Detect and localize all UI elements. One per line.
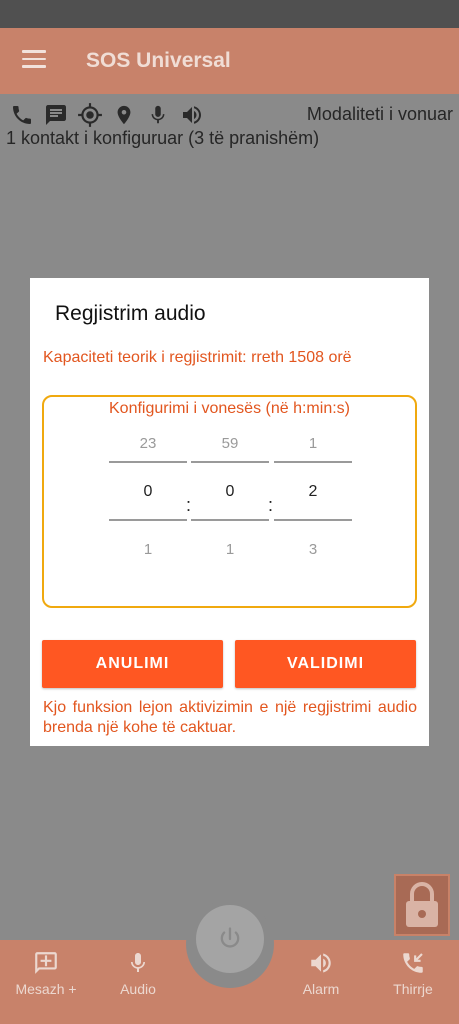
nav-message[interactable]: Mesazh + — [6, 948, 86, 997]
seconds-prev[interactable]: 1 — [274, 429, 352, 459]
app-title: SOS Universal — [86, 49, 231, 72]
volume-icon — [311, 953, 331, 973]
nav-alarm[interactable]: Alarm — [281, 948, 361, 997]
contacts-label: 1 kontakt i konfiguruar (3 të pranishëm) — [6, 128, 320, 148]
mode-label: Modaliteti i vonuar — [306, 104, 453, 124]
hours-next[interactable]: 1 — [109, 535, 187, 565]
minutes-prev[interactable]: 59 — [191, 429, 269, 459]
app-bar: SOS Universal — [0, 28, 459, 94]
nav-call[interactable]: Thirrje — [373, 948, 453, 997]
cancel-button[interactable]: ANULIMI — [42, 640, 223, 688]
location-pin-icon — [110, 102, 138, 128]
nav-call-label: Thirrje — [393, 981, 433, 997]
minutes-next[interactable]: 1 — [191, 535, 269, 565]
minutes-picker[interactable]: 59 0 1 — [191, 427, 269, 565]
nav-audio-label: Audio — [120, 981, 156, 997]
validate-button[interactable]: VALIDIMI — [235, 640, 416, 688]
power-icon — [220, 927, 240, 948]
volume-icon — [178, 102, 206, 128]
delay-picker: Konfigurimi i vonesës (në h:min:s) 23 0 … — [42, 395, 417, 608]
nav-alarm-label: Alarm — [302, 981, 340, 997]
audio-recording-dialog: Regjistrim audio Kapaciteti teorik i reg… — [30, 278, 429, 746]
message-icon — [42, 102, 70, 128]
gps-icon — [76, 102, 104, 128]
nav-message-label: Mesazh + — [15, 981, 77, 997]
seconds-next[interactable]: 3 — [274, 535, 352, 565]
lock-icon — [406, 882, 438, 927]
seconds-picker[interactable]: 1 2 3 — [274, 427, 352, 565]
power-button[interactable] — [196, 905, 264, 973]
menu-icon[interactable] — [22, 50, 46, 70]
hours-prev[interactable]: 23 — [109, 429, 187, 459]
info-text: Kjo funksion lejon aktivizimin e një reg… — [43, 699, 417, 736]
phone-icon — [8, 102, 36, 128]
call-received-icon — [403, 953, 423, 973]
delay-label: Konfigurimi i vonesës (në h:min:s) — [109, 400, 350, 417]
add-message-icon — [35, 952, 57, 974]
time-separator: : — [268, 495, 274, 515]
status-bar — [0, 0, 459, 28]
nav-audio[interactable]: Audio — [98, 948, 178, 997]
microphone-icon — [131, 953, 145, 972]
lock-button[interactable] — [394, 874, 450, 936]
capacity-text: Kapaciteti teorik i regjistrimit: rreth … — [43, 349, 352, 366]
seconds-value[interactable]: 2 — [274, 461, 352, 521]
hours-value[interactable]: 0 — [109, 461, 187, 521]
feature-icons — [8, 102, 206, 128]
microphone-icon — [144, 102, 172, 128]
hours-picker[interactable]: 23 0 1 — [109, 427, 187, 565]
minutes-value[interactable]: 0 — [191, 461, 269, 521]
dialog-title: Regjistrim audio — [55, 302, 206, 325]
